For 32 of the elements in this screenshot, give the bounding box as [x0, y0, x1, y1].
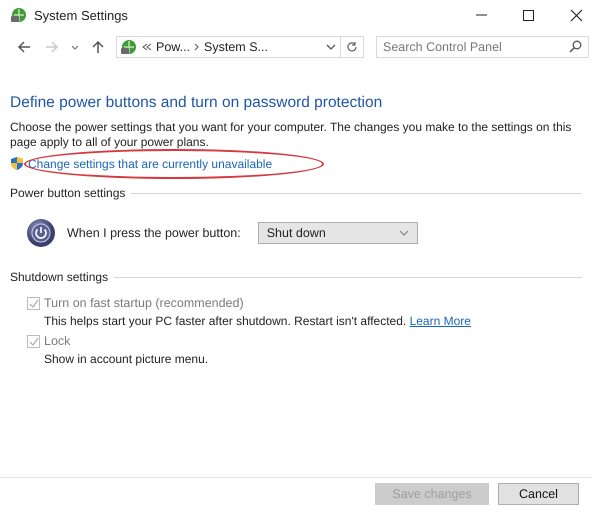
change-settings-link[interactable]: Change settings that are currently unavailable — [28, 156, 272, 170]
dialog-button[interactable]: Cancel — [498, 483, 579, 505]
search-icon[interactable] — [569, 40, 582, 53]
window-title: System Settings — [34, 8, 129, 22]
refresh-icon[interactable] — [346, 41, 358, 53]
breadcrumb-item[interactable]: Pow... — [156, 40, 190, 54]
up-arrow-icon[interactable] — [91, 40, 105, 54]
power-action-dropdown[interactable]: Shut down — [258, 222, 418, 244]
maximize-icon[interactable] — [522, 8, 534, 22]
section-title: Power button settings — [10, 186, 126, 200]
field-label: When I press the power button: — [67, 226, 241, 240]
description-text: Choose the power settings that you want for your computer. The changes you make to the settings on this page apply to all of your power plans. — [10, 120, 572, 150]
chevron-icon — [194, 43, 200, 51]
close-icon[interactable] — [570, 8, 582, 22]
option-description: This helps start your PC faster after shutdown. Restart isn't affected. — [44, 314, 406, 328]
recent-pages-icon[interactable] — [71, 44, 79, 50]
shield-icon — [10, 156, 24, 171]
dropdown-icon[interactable] — [326, 44, 336, 50]
search-field[interactable]: Search Control Panel — [376, 36, 589, 58]
back-arrow-icon[interactable] — [17, 40, 31, 54]
control-panel-icon — [120, 38, 138, 56]
section-title: Shutdown settings — [10, 270, 108, 284]
app-icon — [10, 6, 28, 24]
address-bar[interactable]: Pow... System S... — [116, 36, 364, 58]
breadcrumb-item[interactable]: System S... — [204, 40, 268, 54]
option-description: Show in account picture menu. — [44, 352, 208, 366]
checkbox-label: Lock — [44, 334, 70, 348]
dropdown-icon — [398, 230, 409, 236]
double-chevron-icon — [142, 43, 152, 51]
checkbox-label: Turn on fast startup (recommended) — [44, 296, 244, 310]
power-icon — [26, 218, 56, 248]
page-heading: Define power buttons and turn on password protection — [10, 94, 384, 112]
